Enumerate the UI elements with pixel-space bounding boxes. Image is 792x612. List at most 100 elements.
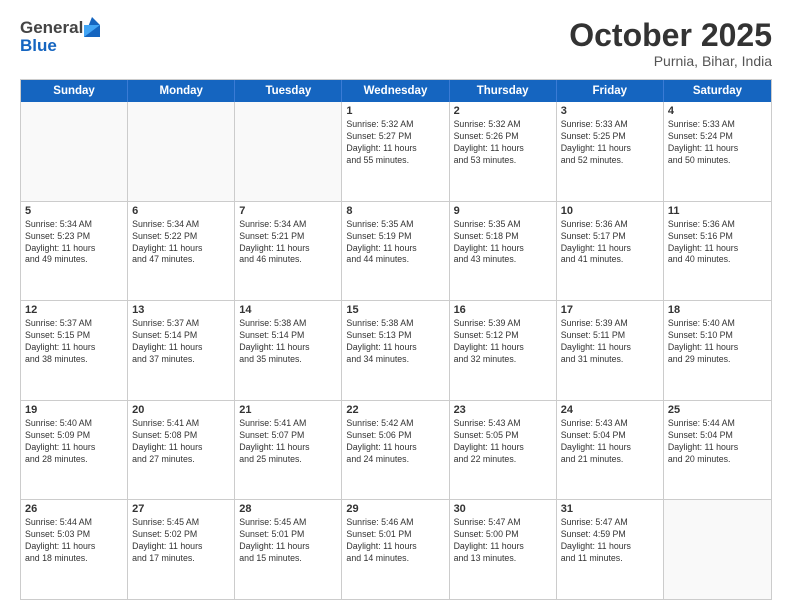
day-info: Sunrise: 5:42 AM Sunset: 5:06 PM Dayligh… [346, 418, 444, 466]
day-number: 14 [239, 304, 337, 316]
day-info: Sunrise: 5:44 AM Sunset: 5:03 PM Dayligh… [25, 517, 123, 565]
day-number: 5 [25, 205, 123, 217]
header-day-wednesday: Wednesday [342, 80, 449, 102]
day-cell-14: 14 Sunrise: 5:38 AM Sunset: 5:14 PM Dayli… [235, 301, 342, 400]
day-cell-29: 29 Sunrise: 5:46 AM Sunset: 5:01 PM Dayli… [342, 500, 449, 599]
day-number: 12 [25, 304, 123, 316]
title-block: October 2025 Purnia, Bihar, India [569, 18, 772, 69]
day-number: 21 [239, 404, 337, 416]
header-day-tuesday: Tuesday [235, 80, 342, 102]
day-number: 24 [561, 404, 659, 416]
week-row-2: 5 Sunrise: 5:34 AM Sunset: 5:23 PM Daylig… [21, 202, 771, 302]
header-day-sunday: Sunday [21, 80, 128, 102]
logo-general-text: General [20, 18, 83, 38]
day-info: Sunrise: 5:44 AM Sunset: 5:04 PM Dayligh… [668, 418, 767, 466]
day-cell-5: 5 Sunrise: 5:34 AM Sunset: 5:23 PM Daylig… [21, 202, 128, 301]
day-cell-22: 22 Sunrise: 5:42 AM Sunset: 5:06 PM Dayli… [342, 401, 449, 500]
day-cell-4: 4 Sunrise: 5:33 AM Sunset: 5:24 PM Daylig… [664, 102, 771, 201]
day-cell-8: 8 Sunrise: 5:35 AM Sunset: 5:19 PM Daylig… [342, 202, 449, 301]
day-number: 25 [668, 404, 767, 416]
day-info: Sunrise: 5:36 AM Sunset: 5:16 PM Dayligh… [668, 219, 767, 267]
header-day-thursday: Thursday [450, 80, 557, 102]
day-number: 4 [668, 105, 767, 117]
day-info: Sunrise: 5:37 AM Sunset: 5:14 PM Dayligh… [132, 318, 230, 366]
calendar-header: SundayMondayTuesdayWednesdayThursdayFrid… [21, 80, 771, 102]
day-number: 17 [561, 304, 659, 316]
day-cell-28: 28Sunrise: 5:45 AM Sunset: 5:01 PM Dayli… [235, 500, 342, 599]
week-row-3: 12 Sunrise: 5:37 AM Sunset: 5:15 PM Dayli… [21, 301, 771, 401]
day-info: Sunrise: 5:35 AM Sunset: 5:19 PM Dayligh… [346, 219, 444, 267]
day-number: 18 [668, 304, 767, 316]
day-number: 10 [561, 205, 659, 217]
day-number: 27 [132, 503, 230, 515]
header-day-saturday: Saturday [664, 80, 771, 102]
day-info: Sunrise: 5:40 AM Sunset: 5:10 PM Dayligh… [668, 318, 767, 366]
week-row-5: 26Sunrise: 5:44 AM Sunset: 5:03 PM Dayli… [21, 500, 771, 599]
day-number: 2 [454, 105, 552, 117]
day-number: 29 [346, 503, 444, 515]
day-info: Sunrise: 5:47 AM Sunset: 4:59 PM Dayligh… [561, 517, 659, 565]
day-info: Sunrise: 5:38 AM Sunset: 5:13 PM Dayligh… [346, 318, 444, 366]
day-cell-3: 3Sunrise: 5:33 AM Sunset: 5:25 PM Daylig… [557, 102, 664, 201]
day-info: Sunrise: 5:47 AM Sunset: 5:00 PM Dayligh… [454, 517, 552, 565]
day-info: Sunrise: 5:34 AM Sunset: 5:23 PM Dayligh… [25, 219, 123, 267]
day-cell-7: 7 Sunrise: 5:34 AM Sunset: 5:21 PM Daylig… [235, 202, 342, 301]
empty-cell [21, 102, 128, 201]
day-info: Sunrise: 5:40 AM Sunset: 5:09 PM Dayligh… [25, 418, 123, 466]
logo: General Blue [20, 18, 100, 56]
day-number: 3 [561, 105, 659, 117]
day-cell-26: 26Sunrise: 5:44 AM Sunset: 5:03 PM Dayli… [21, 500, 128, 599]
month-title: October 2025 [569, 18, 772, 53]
header-day-monday: Monday [128, 80, 235, 102]
day-info: Sunrise: 5:34 AM Sunset: 5:22 PM Dayligh… [132, 219, 230, 267]
day-info: Sunrise: 5:38 AM Sunset: 5:14 PM Dayligh… [239, 318, 337, 366]
day-number: 1 [346, 105, 444, 117]
header-day-friday: Friday [557, 80, 664, 102]
day-info: Sunrise: 5:32 AM Sunset: 5:27 PM Dayligh… [346, 119, 444, 167]
day-info: Sunrise: 5:41 AM Sunset: 5:07 PM Dayligh… [239, 418, 337, 466]
day-cell-21: 21 Sunrise: 5:41 AM Sunset: 5:07 PM Dayli… [235, 401, 342, 500]
day-number: 23 [454, 404, 552, 416]
location-subtitle: Purnia, Bihar, India [569, 53, 772, 69]
day-info: Sunrise: 5:43 AM Sunset: 5:05 PM Dayligh… [454, 418, 552, 466]
day-info: Sunrise: 5:41 AM Sunset: 5:08 PM Dayligh… [132, 418, 230, 466]
day-info: Sunrise: 5:34 AM Sunset: 5:21 PM Dayligh… [239, 219, 337, 267]
calendar: SundayMondayTuesdayWednesdayThursdayFrid… [20, 79, 772, 600]
week-row-1: 1 Sunrise: 5:32 AM Sunset: 5:27 PM Daylig… [21, 102, 771, 202]
day-info: Sunrise: 5:35 AM Sunset: 5:18 PM Dayligh… [454, 219, 552, 267]
day-number: 20 [132, 404, 230, 416]
day-info: Sunrise: 5:43 AM Sunset: 5:04 PM Dayligh… [561, 418, 659, 466]
day-cell-1: 1 Sunrise: 5:32 AM Sunset: 5:27 PM Daylig… [342, 102, 449, 201]
day-cell-23: 23 Sunrise: 5:43 AM Sunset: 5:05 PM Dayli… [450, 401, 557, 500]
day-cell-13: 13 Sunrise: 5:37 AM Sunset: 5:14 PM Dayli… [128, 301, 235, 400]
empty-cell [235, 102, 342, 201]
day-cell-24: 24 Sunrise: 5:43 AM Sunset: 5:04 PM Dayli… [557, 401, 664, 500]
day-number: 11 [668, 205, 767, 217]
day-info: Sunrise: 5:37 AM Sunset: 5:15 PM Dayligh… [25, 318, 123, 366]
day-info: Sunrise: 5:46 AM Sunset: 5:01 PM Dayligh… [346, 517, 444, 565]
day-number: 31 [561, 503, 659, 515]
day-info: Sunrise: 5:33 AM Sunset: 5:24 PM Dayligh… [668, 119, 767, 167]
page: General Blue October 2025 Purnia, Bihar,… [0, 0, 792, 612]
day-cell-15: 15Sunrise: 5:38 AM Sunset: 5:13 PM Dayli… [342, 301, 449, 400]
day-number: 9 [454, 205, 552, 217]
day-number: 7 [239, 205, 337, 217]
day-number: 22 [346, 404, 444, 416]
logo-blue-text: Blue [20, 36, 100, 56]
day-number: 13 [132, 304, 230, 316]
day-cell-12: 12 Sunrise: 5:37 AM Sunset: 5:15 PM Dayli… [21, 301, 128, 400]
day-number: 30 [454, 503, 552, 515]
day-cell-18: 18 Sunrise: 5:40 AM Sunset: 5:10 PM Dayli… [664, 301, 771, 400]
day-info: Sunrise: 5:45 AM Sunset: 5:02 PM Dayligh… [132, 517, 230, 565]
empty-cell [664, 500, 771, 599]
day-cell-17: 17Sunrise: 5:39 AM Sunset: 5:11 PM Dayli… [557, 301, 664, 400]
week-row-4: 19Sunrise: 5:40 AM Sunset: 5:09 PM Dayli… [21, 401, 771, 501]
day-cell-19: 19Sunrise: 5:40 AM Sunset: 5:09 PM Dayli… [21, 401, 128, 500]
day-number: 8 [346, 205, 444, 217]
calendar-body: 1 Sunrise: 5:32 AM Sunset: 5:27 PM Daylig… [21, 102, 771, 599]
day-info: Sunrise: 5:32 AM Sunset: 5:26 PM Dayligh… [454, 119, 552, 167]
day-cell-30: 30 Sunrise: 5:47 AM Sunset: 5:00 PM Dayli… [450, 500, 557, 599]
day-cell-25: 25 Sunrise: 5:44 AM Sunset: 5:04 PM Dayli… [664, 401, 771, 500]
empty-cell [128, 102, 235, 201]
day-cell-9: 9 Sunrise: 5:35 AM Sunset: 5:18 PM Daylig… [450, 202, 557, 301]
